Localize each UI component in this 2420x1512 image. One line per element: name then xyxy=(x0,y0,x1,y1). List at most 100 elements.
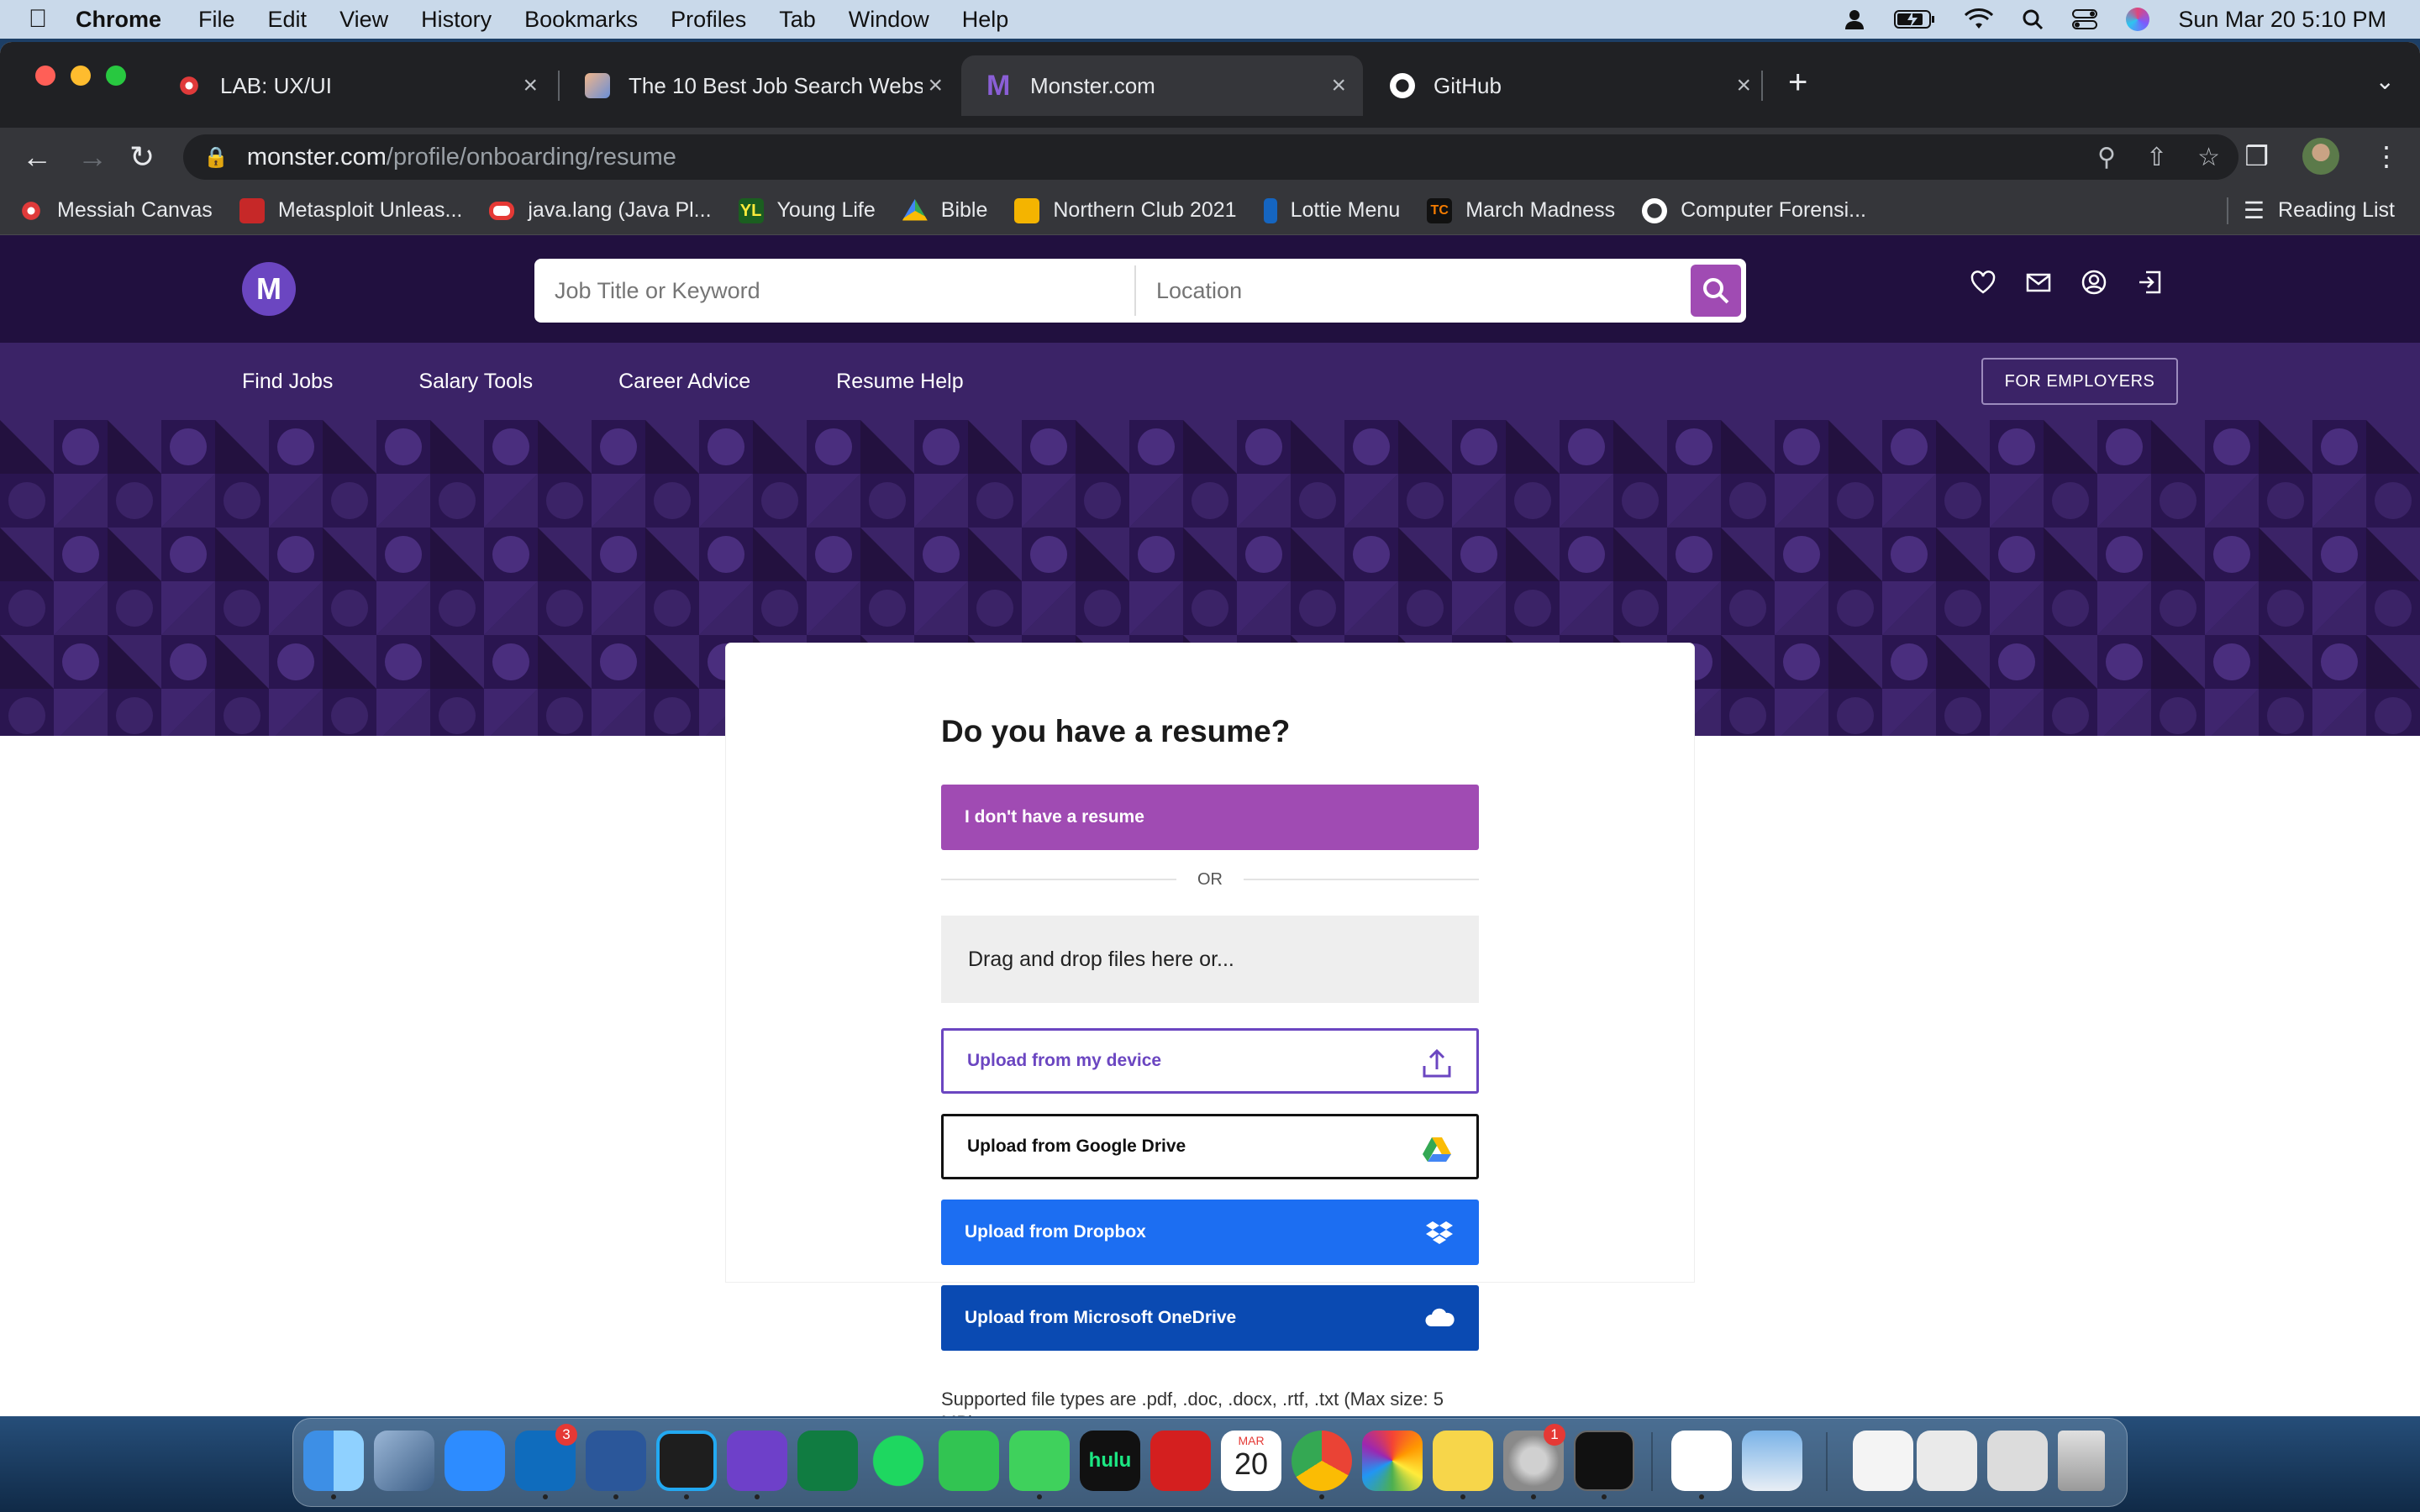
apple-menu-icon[interactable]:  xyxy=(0,5,76,34)
bookmark-star-icon[interactable]: ☆ xyxy=(2197,143,2220,172)
downloads-stack-icon[interactable] xyxy=(1853,1431,1913,1491)
chrome-menu-kebab-icon[interactable]: ⋮ xyxy=(2373,140,2400,172)
nav-career-advice[interactable]: Career Advice xyxy=(618,370,750,394)
bookmark-messiah-canvas[interactable]: Messiah Canvas xyxy=(18,197,213,223)
menu-view[interactable]: View xyxy=(339,7,388,33)
trash-icon[interactable] xyxy=(2058,1431,2105,1491)
finder-icon[interactable] xyxy=(303,1431,364,1491)
control-center-icon[interactable] xyxy=(2072,8,2098,30)
bookmark-metasploit[interactable]: Metasploit Unleas... xyxy=(239,197,462,223)
bookmark-march-madness[interactable]: TC March Madness xyxy=(1427,197,1615,223)
terminal-icon[interactable] xyxy=(1574,1431,1634,1491)
bookmark-young-life[interactable]: YL Young Life xyxy=(738,197,876,223)
profile-avatar[interactable] xyxy=(2302,138,2339,175)
zoom-magnifier-icon[interactable]: ⚲ xyxy=(2097,143,2116,172)
menu-history[interactable]: History xyxy=(421,7,492,33)
upload-onedrive-button[interactable]: Upload from Microsoft OneDrive xyxy=(941,1285,1479,1351)
bookmark-northern-club[interactable]: Northern Club 2021 xyxy=(1014,197,1237,223)
tab-monster[interactable]: M Monster.com × xyxy=(961,55,1363,116)
zoom-window-button[interactable] xyxy=(106,66,126,86)
tab-search-chevron-down-icon[interactable]: ⌄ xyxy=(2375,67,2395,95)
running-indicator xyxy=(684,1494,689,1499)
share-icon[interactable]: ⇧ xyxy=(2146,143,2167,172)
tab-github[interactable]: GitHub × xyxy=(1365,55,1768,116)
zoom-icon[interactable] xyxy=(445,1431,505,1491)
upload-google-drive-button[interactable]: Upload from Google Drive xyxy=(941,1114,1479,1179)
monster-logo[interactable]: M xyxy=(242,262,296,316)
chrome-icon[interactable] xyxy=(1292,1431,1352,1491)
keyword-input[interactable] xyxy=(534,265,1136,316)
menu-file[interactable]: File xyxy=(198,7,235,33)
vscode-icon[interactable] xyxy=(656,1431,717,1491)
bookmark-java-lang[interactable]: java.lang (Java Pl... xyxy=(489,198,712,223)
account-icon[interactable] xyxy=(2081,269,2107,296)
menu-window[interactable]: Window xyxy=(849,7,929,33)
location-input[interactable] xyxy=(1136,265,1682,316)
wifi-icon[interactable] xyxy=(1965,8,1994,30)
acrobat-icon[interactable] xyxy=(1150,1431,1211,1491)
menu-tab[interactable]: Tab xyxy=(779,7,816,33)
virtualbox-icon[interactable] xyxy=(374,1431,434,1491)
messages-icon[interactable] xyxy=(1009,1431,1070,1491)
monster-favicon-icon: M xyxy=(986,70,1011,102)
github-desktop-icon[interactable] xyxy=(727,1431,787,1491)
for-employers-button[interactable]: FOR EMPLOYERS xyxy=(1981,358,2178,405)
sign-in-icon[interactable] xyxy=(2136,269,2163,296)
file-drop-zone[interactable]: Drag and drop files here or... xyxy=(941,916,1479,1003)
github-favicon-icon xyxy=(1390,73,1415,98)
mail-icon[interactable] xyxy=(2025,269,2052,296)
upload-dropbox-button[interactable]: Upload from Dropbox xyxy=(941,1200,1479,1265)
siri-icon[interactable] xyxy=(2126,8,2150,31)
spotlight-search-icon[interactable] xyxy=(2022,8,2044,30)
lock-icon[interactable]: 🔒 xyxy=(203,145,229,170)
menu-app-chrome[interactable]: Chrome xyxy=(76,7,161,33)
heart-icon[interactable] xyxy=(1970,269,1996,296)
minimize-window-button[interactable] xyxy=(71,66,91,86)
close-window-button[interactable] xyxy=(35,66,55,86)
tab-lab-uxui[interactable]: LAB: UX/UI × xyxy=(151,55,555,116)
new-tab-plus-icon[interactable]: + xyxy=(1788,64,1807,102)
menubar-clock[interactable]: Sun Mar 20 5:10 PM xyxy=(2178,7,2386,33)
recent-window-thumbnail[interactable] xyxy=(1987,1431,2048,1491)
preview-icon[interactable] xyxy=(1742,1431,1802,1491)
user-icon[interactable] xyxy=(1844,8,1865,30)
close-tab-icon[interactable]: × xyxy=(1331,71,1346,100)
stickies-icon[interactable] xyxy=(1433,1431,1493,1491)
spotify-icon[interactable] xyxy=(868,1431,929,1491)
photos-icon[interactable] xyxy=(1362,1431,1423,1491)
forward-arrow-icon[interactable]: → xyxy=(77,139,108,175)
reading-list-button[interactable]: ☰ Reading List xyxy=(2244,197,2395,224)
recent-window-thumbnail[interactable] xyxy=(1917,1431,1977,1491)
no-resume-button[interactable]: I don't have a resume xyxy=(941,785,1479,850)
bookmark-lottie-menu[interactable]: Lottie Menu xyxy=(1263,197,1400,223)
menu-help[interactable]: Help xyxy=(962,7,1009,33)
close-tab-icon[interactable]: × xyxy=(928,71,943,100)
bookmark-label: Young Life xyxy=(776,198,876,222)
close-tab-icon[interactable]: × xyxy=(523,71,538,100)
excel-icon[interactable] xyxy=(797,1431,858,1491)
hulu-icon[interactable]: hulu xyxy=(1080,1431,1140,1491)
search-button[interactable] xyxy=(1691,265,1741,317)
macos-menubar:  Chrome File Edit View History Bookmark… xyxy=(0,0,2420,39)
menu-profiles[interactable]: Profiles xyxy=(671,7,746,33)
nav-resume-help[interactable]: Resume Help xyxy=(836,370,963,394)
address-bar[interactable]: 🔒 monster.com /profile/onboarding/resume… xyxy=(183,134,2238,180)
word-icon[interactable] xyxy=(586,1431,646,1491)
extensions-puzzle-icon[interactable]: ❒ xyxy=(2244,140,2269,172)
nav-find-jobs[interactable]: Find Jobs xyxy=(242,370,333,394)
monster-page: M Find Jobs Salary Tools Career Advice R… xyxy=(0,235,2420,1416)
upload-device-button[interactable]: Upload from my device xyxy=(941,1028,1479,1094)
slack-icon[interactable] xyxy=(1671,1431,1732,1491)
reload-icon[interactable]: ↻ xyxy=(129,139,155,175)
menu-bookmarks[interactable]: Bookmarks xyxy=(524,7,638,33)
tab-job-search-websites[interactable]: The 10 Best Job Search Websites × xyxy=(560,55,960,116)
facetime-icon[interactable] xyxy=(939,1431,999,1491)
calendar-icon[interactable]: MAR 20 xyxy=(1221,1431,1281,1491)
nav-salary-tools[interactable]: Salary Tools xyxy=(418,370,533,394)
bookmark-computer-forensics[interactable]: Computer Forensi... xyxy=(1642,197,1866,223)
close-tab-icon[interactable]: × xyxy=(1736,71,1751,100)
back-arrow-icon[interactable]: ← xyxy=(22,139,52,175)
battery-icon[interactable] xyxy=(1894,8,1936,30)
bookmark-bible[interactable]: Bible xyxy=(902,198,987,223)
menu-edit[interactable]: Edit xyxy=(268,7,308,33)
